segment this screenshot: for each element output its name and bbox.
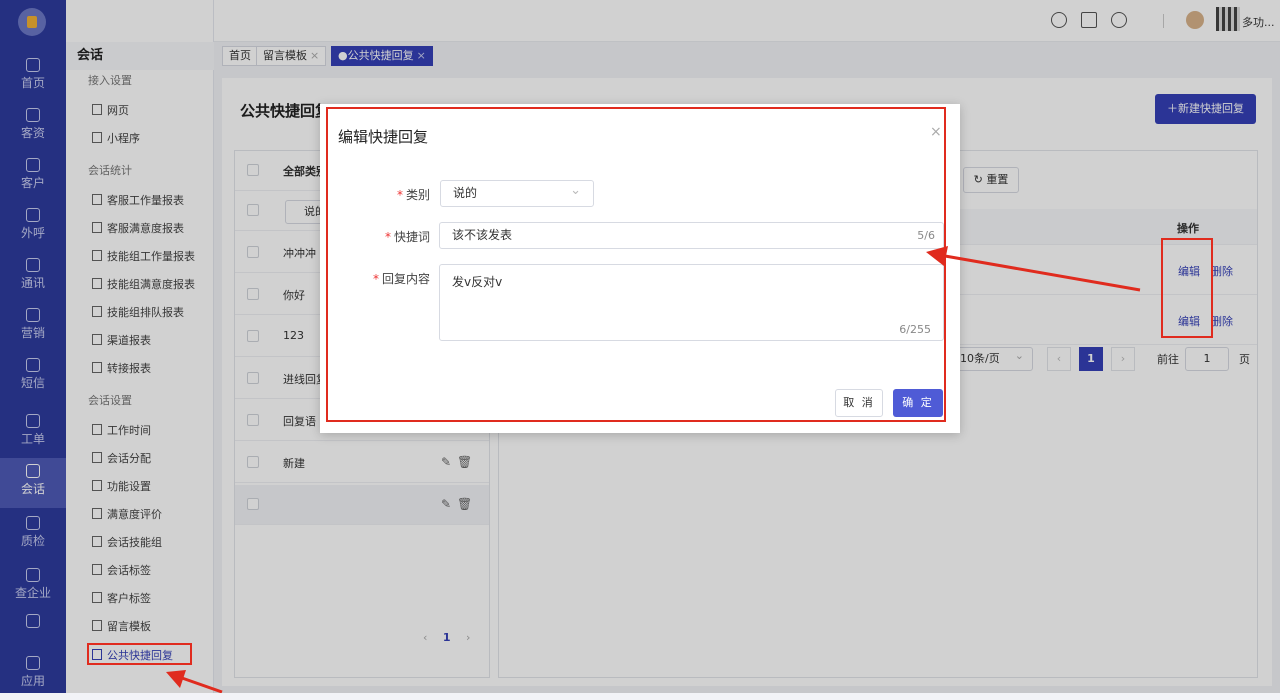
highlight-edit-links	[1161, 238, 1213, 338]
highlight-dialog	[326, 107, 946, 422]
highlight-sidebar-item	[87, 643, 192, 665]
